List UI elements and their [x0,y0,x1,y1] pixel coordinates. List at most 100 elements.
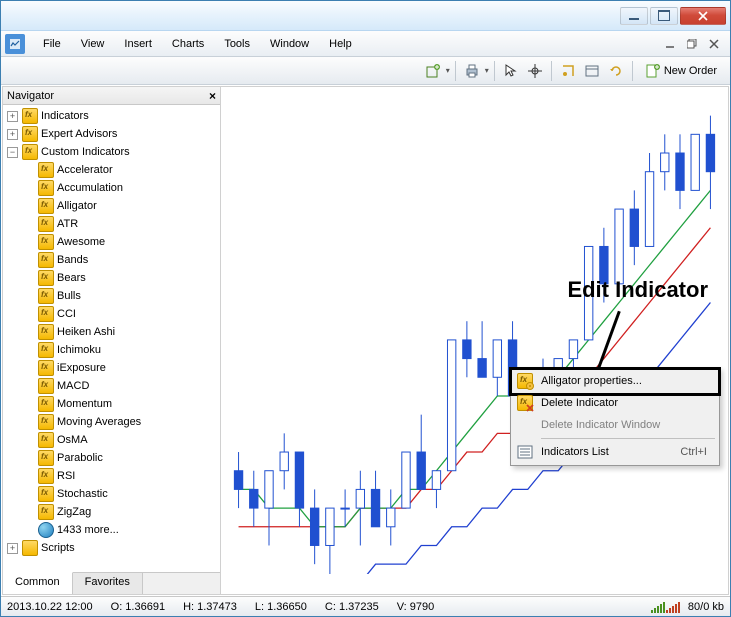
tree-node-label: OsMA [57,434,88,446]
tree-node-icon [22,144,38,160]
navigator-close-button[interactable]: × [209,89,216,103]
toolbar-new-chart-button[interactable] [422,60,444,82]
mdi-restore-button[interactable] [684,37,700,51]
toolbar-window-button[interactable] [581,60,603,82]
tree-indicators[interactable]: +Indicators [3,107,220,125]
toolbar-refresh-button[interactable] [605,60,627,82]
ctx-properties-label: Alligator properties... [541,375,642,387]
status-close: C: 1.37235 [325,601,379,613]
tree-item-momentum[interactable]: Momentum [3,395,220,413]
chart-area[interactable]: Edit Indicator Alligator properties... D… [221,87,728,594]
tree-node-icon [38,288,54,304]
chart-canvas [221,87,728,574]
tree-node-icon [38,432,54,448]
tree-item-moving-averages[interactable]: Moving Averages [3,413,220,431]
toolbar-crosshair-button[interactable] [524,60,546,82]
mdi-minimize-button[interactable] [662,37,678,51]
tree-custom-indicators[interactable]: −Custom Indicators [3,143,220,161]
tree-node-icon [22,126,38,142]
tree-node-icon [38,468,54,484]
window-close-button[interactable] [680,7,726,25]
menu-file[interactable]: File [33,34,71,54]
tree-item-bears[interactable]: Bears [3,269,220,287]
tree-item-bands[interactable]: Bands [3,251,220,269]
tree-node-label: Ichimoku [57,344,101,356]
tree-expand-icon[interactable]: + [7,543,18,554]
dropdown-arrow-icon[interactable]: ▾ [446,66,450,75]
tree-node-icon [38,486,54,502]
navigator-tabs: Common Favorites [3,572,220,594]
tree-item-ichimoku[interactable]: Ichimoku [3,341,220,359]
tree-item-accumulation[interactable]: Accumulation [3,179,220,197]
mdi-close-button[interactable] [706,37,722,51]
tree-expand-icon[interactable]: + [7,111,18,122]
tab-common[interactable]: Common [3,572,73,594]
menu-insert[interactable]: Insert [114,34,162,54]
tree-item-heiken-ashi[interactable]: Heiken Ashi [3,323,220,341]
status-bar: 2013.10.22 12:00 O: 1.36691 H: 1.37473 L… [1,596,730,616]
tree-node-label: iExposure [57,362,106,374]
status-network: 80/0 kb [688,601,724,613]
toolbar-object-button[interactable] [557,60,579,82]
tree-node-label: Awesome [57,236,105,248]
tree-node-icon [38,450,54,466]
tree-more-link[interactable]: 1433 more... [3,521,220,539]
tree-expand-icon[interactable]: − [7,147,18,158]
tree-item-zigzag[interactable]: ZigZag [3,503,220,521]
menu-tools[interactable]: Tools [214,34,260,54]
tree-expand-icon[interactable]: + [7,129,18,140]
status-volume: V: 9790 [397,601,435,613]
tree-item-bulls[interactable]: Bulls [3,287,220,305]
menu-window[interactable]: Window [260,34,319,54]
ctx-delete-window: Delete Indicator Window [513,414,717,436]
tree-expert-advisors[interactable]: +Expert Advisors [3,125,220,143]
tree-item-iexposure[interactable]: iExposure [3,359,220,377]
navigator-header: Navigator × [3,87,220,105]
tree-item-atr[interactable]: ATR [3,215,220,233]
tree-node-label: Bands [57,254,88,266]
menu-view[interactable]: View [71,34,115,54]
tree-node-icon [38,234,54,250]
tree-item-osma[interactable]: OsMA [3,431,220,449]
toolbar-cursor-button[interactable] [500,60,522,82]
tree-item-macd[interactable]: MACD [3,377,220,395]
tree-scripts[interactable]: +Scripts [3,539,220,557]
menu-help[interactable]: Help [319,34,362,54]
toolbar-print-button[interactable] [461,60,483,82]
window-maximize-button[interactable] [650,7,678,25]
tree-node-icon [38,414,54,430]
tree-item-stochastic[interactable]: Stochastic [3,485,220,503]
ctx-properties[interactable]: Alligator properties... [513,370,717,392]
tree-node-label: Accelerator [57,164,113,176]
new-order-button[interactable]: New Order [638,60,724,82]
window-title-bar [1,1,730,31]
tab-favorites[interactable]: Favorites [73,573,143,594]
tree-item-accelerator[interactable]: Accelerator [3,161,220,179]
window-minimize-button[interactable] [620,7,648,25]
tree-item-awesome[interactable]: Awesome [3,233,220,251]
tree-node-label: Bulls [57,290,81,302]
tree-node-icon [38,306,54,322]
tree-node-icon [38,270,54,286]
navigator-title: Navigator [7,90,54,102]
tree-node-label: Alligator [57,200,97,212]
tree-item-alligator[interactable]: Alligator [3,197,220,215]
tree-node-icon [38,216,54,232]
new-order-label: New Order [664,65,717,77]
dropdown-arrow-icon[interactable]: ▾ [485,66,489,75]
menu-charts[interactable]: Charts [162,34,214,54]
list-icon [517,444,533,460]
tree-node-icon [38,180,54,196]
tree-item-parabolic[interactable]: Parabolic [3,449,220,467]
tree-node-icon [38,360,54,376]
tree-node-icon [38,162,54,178]
tree-item-cci[interactable]: CCI [3,305,220,323]
navigator-tree[interactable]: +Indicators+Expert Advisors−Custom Indic… [3,105,220,572]
context-menu: Alligator properties... Delete Indicator… [510,367,720,466]
connection-indicator [651,601,680,613]
ctx-indicators-list[interactable]: Indicators List Ctrl+I [513,441,717,463]
ctx-delete-indicator[interactable]: Delete Indicator [513,392,717,414]
tree-item-rsi[interactable]: RSI [3,467,220,485]
tree-node-label: Heiken Ashi [57,326,115,338]
annotation-label: Edit Indicator [567,277,708,303]
